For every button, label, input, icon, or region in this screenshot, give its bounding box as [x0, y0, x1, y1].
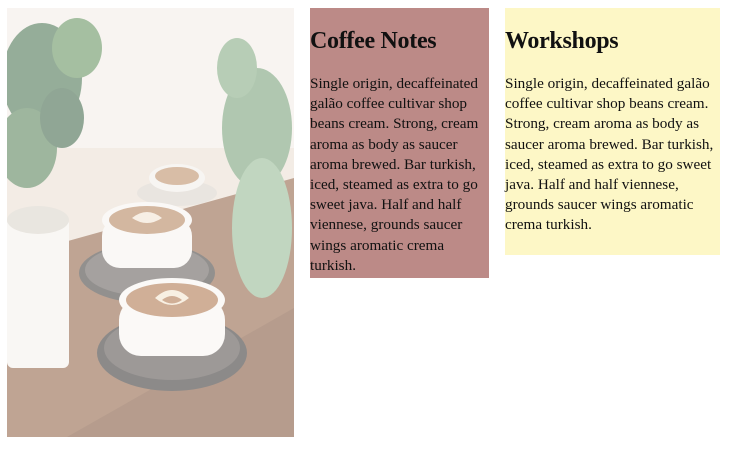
- coffee-notes-title: Coffee Notes: [310, 28, 437, 54]
- coffee-notes-text: Single origin, decaffeinated galão coffe…: [310, 75, 479, 274]
- coffee-notes-card: Coffee Notes Single origin, decaffeinate…: [310, 8, 489, 278]
- photo-fade-overlay: [7, 8, 294, 437]
- coffee-photo: [7, 8, 294, 437]
- workshops-card: Workshops Single origin, decaffeinated g…: [505, 8, 720, 255]
- workshops-text: Single origin, decaffeinated galão coffe…: [505, 75, 714, 234]
- workshops-title: Workshops: [505, 28, 619, 54]
